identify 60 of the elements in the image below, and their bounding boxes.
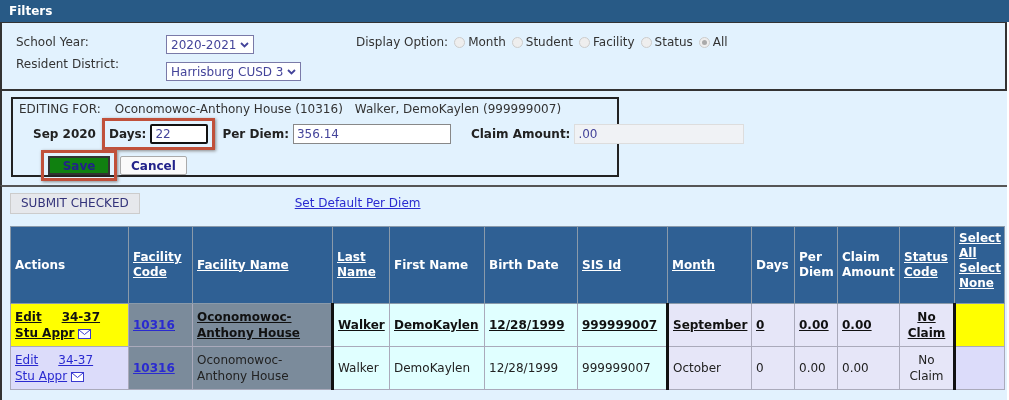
- default-per-diem-link[interactable]: Set Default Per Diem: [294, 196, 421, 210]
- column-header[interactable]: SIS Id: [582, 257, 663, 273]
- caret-icon: [287, 68, 297, 75]
- submit-button[interactable]: SUBMIT CHECKED: [10, 192, 140, 214]
- table-cell-text: Oconomowoc-Anthony House: [197, 352, 290, 384]
- table-cell-text: 0.00: [799, 360, 827, 376]
- field-label: Days:: [108, 127, 147, 141]
- radio-label[interactable]: Student: [525, 35, 573, 49]
- field-label: Display Option:: [356, 35, 449, 49]
- approval-link[interactable]: Stu Appr: [15, 369, 68, 383]
- column-header: Per Diem: [799, 250, 834, 279]
- table-cell-text: 999999007: [582, 360, 652, 376]
- edit-link[interactable]: Edit: [15, 309, 42, 325]
- facility-text: Oconomowoc-Anthony House (10316): [114, 102, 343, 116]
- code-link[interactable]: 34-37: [58, 352, 94, 368]
- radio-button[interactable]: [511, 36, 523, 48]
- table-cell-text: 0.00: [842, 360, 870, 376]
- radio-label[interactable]: Month: [468, 35, 506, 49]
- radio-label[interactable]: All: [712, 35, 728, 49]
- field-label: Resident District:: [16, 57, 121, 71]
- column-header: Actions: [15, 257, 66, 272]
- table-cell-text: October: [673, 360, 723, 376]
- column-header: Days: [756, 257, 789, 272]
- radio-button[interactable]: [640, 36, 652, 48]
- radio-button[interactable]: [698, 36, 710, 48]
- select-link[interactable]: Select All: [959, 231, 1000, 261]
- editing-label: EDITING FOR:: [19, 102, 101, 116]
- edit-link[interactable]: Edit: [15, 352, 39, 368]
- district-select[interactable]: Harrisburg CUSD 3: [166, 62, 302, 81]
- period-text: Sep 2020: [33, 127, 96, 141]
- field-label: School Year:: [16, 35, 90, 49]
- radio-button[interactable]: [579, 36, 590, 48]
- section-title: Filters: [0, 0, 1009, 22]
- column-header[interactable]: Facility Name: [197, 257, 328, 273]
- code-link[interactable]: 34-37: [61, 309, 101, 325]
- approval-link[interactable]: Stu Appr: [15, 326, 75, 340]
- table-cell-text: 0: [756, 360, 765, 376]
- school-year-select[interactable]: 2020-2021: [166, 35, 255, 54]
- column-header: Claim Amount: [842, 250, 895, 279]
- table-cell-text: 12/28/1999: [489, 360, 560, 376]
- radio-button[interactable]: [454, 36, 466, 48]
- table-cell-text: No Claim: [908, 352, 945, 384]
- radio-label[interactable]: Status: [654, 35, 693, 49]
- cancel-button[interactable]: Cancel: [120, 156, 187, 175]
- field-label: Claim Amount:: [470, 127, 571, 141]
- column-header: First Name: [394, 257, 469, 272]
- column-header: Birth Date: [489, 257, 559, 272]
- table-cell-text: DemoKaylen: [394, 360, 472, 376]
- amount-field[interactable]: 356.14: [292, 124, 451, 144]
- table-cell-text: Walker: [338, 360, 380, 376]
- student-text: Walker, DemoKaylen (999999007): [354, 102, 562, 116]
- envelope-icon[interactable]: [78, 328, 92, 339]
- amount-field[interactable]: 22: [150, 124, 209, 144]
- envelope-icon[interactable]: [71, 371, 85, 382]
- radio-label[interactable]: Facility: [593, 35, 635, 49]
- column-header[interactable]: Month: [672, 257, 747, 273]
- caret-icon: [240, 41, 250, 48]
- select-link[interactable]: Select None: [959, 261, 1000, 291]
- amount-field[interactable]: .00: [574, 124, 745, 144]
- field-label: Per Diem:: [222, 127, 289, 141]
